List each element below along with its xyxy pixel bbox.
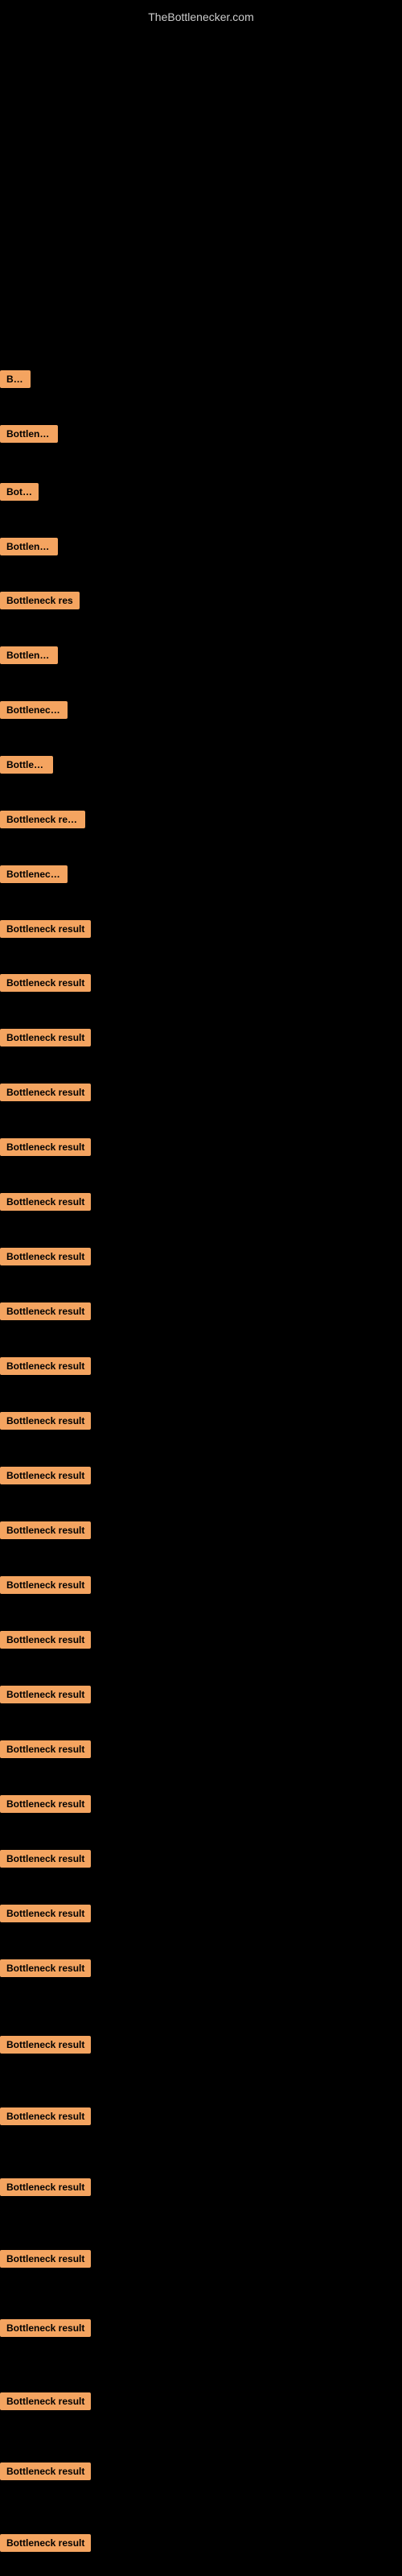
bottleneck-label-32: Bottleneck result [0, 2107, 91, 2125]
bottleneck-item-9: Bottleneck resu [0, 811, 402, 832]
bottleneck-label-29: Bottleneck result [0, 1905, 91, 1922]
bottleneck-item-13: Bottleneck result [0, 1029, 402, 1051]
bottleneck-label-24: Bottleneck result [0, 1631, 91, 1649]
bottleneck-item-37: Bottleneck result [0, 2462, 402, 2484]
bottleneck-item-3: Bottle [0, 483, 402, 505]
bottleneck-label-28: Bottleneck result [0, 1850, 91, 1868]
bottleneck-item-30: Bottleneck result [0, 1959, 402, 1981]
bottleneck-item-17: Bottleneck result [0, 1248, 402, 1269]
bottleneck-item-27: Bottleneck result [0, 1795, 402, 1817]
bottleneck-label-21: Bottleneck result [0, 1467, 91, 1484]
bottleneck-label-33: Bottleneck result [0, 2178, 91, 2196]
bottleneck-item-19: Bottleneck result [0, 1357, 402, 1379]
bottleneck-label-8: Bottlenec [0, 756, 53, 774]
bottleneck-label-36: Bottleneck result [0, 2392, 91, 2410]
bottleneck-item-16: Bottleneck result [0, 1193, 402, 1215]
bottleneck-label-4: Bottleneck [0, 538, 58, 555]
bottleneck-label-7: Bottleneck r [0, 701, 68, 719]
bottleneck-label-34: Bottleneck result [0, 2250, 91, 2268]
bottleneck-label-31: Bottleneck result [0, 2036, 91, 2054]
bottleneck-label-11: Bottleneck result [0, 920, 91, 938]
bottleneck-item-23: Bottleneck result [0, 1576, 402, 1598]
bottleneck-item-33: Bottleneck result [0, 2178, 402, 2200]
bottleneck-label-16: Bottleneck result [0, 1193, 91, 1211]
bottleneck-item-38: Bottleneck result [0, 2534, 402, 2556]
bottleneck-label-37: Bottleneck result [0, 2462, 91, 2480]
bottleneck-item-15: Bottleneck result [0, 1138, 402, 1160]
bottleneck-item-11: Bottleneck result [0, 920, 402, 942]
bottleneck-label-35: Bottleneck result [0, 2319, 91, 2337]
bottleneck-item-18: Bottleneck result [0, 1302, 402, 1324]
bottleneck-item-21: Bottleneck result [0, 1467, 402, 1488]
bottleneck-label-27: Bottleneck result [0, 1795, 91, 1813]
bottleneck-item-31: Bottleneck result [0, 2036, 402, 2058]
bottleneck-label-19: Bottleneck result [0, 1357, 91, 1375]
bottleneck-item-36: Bottleneck result [0, 2392, 402, 2414]
bottleneck-item-2: Bottleneck [0, 425, 402, 447]
bottleneck-label-20: Bottleneck result [0, 1412, 91, 1430]
bottleneck-label-6: Bottleneck [0, 646, 58, 664]
bottleneck-label-22: Bottleneck result [0, 1521, 91, 1539]
bottleneck-item-26: Bottleneck result [0, 1740, 402, 1762]
bottleneck-label-1: Bott [0, 370, 31, 388]
bottleneck-item-20: Bottleneck result [0, 1412, 402, 1434]
bottleneck-item-12: Bottleneck result [0, 974, 402, 996]
bottleneck-label-15: Bottleneck result [0, 1138, 91, 1156]
bottleneck-label-18: Bottleneck result [0, 1302, 91, 1320]
bottleneck-label-2: Bottleneck [0, 425, 58, 443]
bottleneck-label-25: Bottleneck result [0, 1686, 91, 1703]
bottleneck-item-14: Bottleneck result [0, 1084, 402, 1105]
bottleneck-item-28: Bottleneck result [0, 1850, 402, 1872]
bottleneck-label-26: Bottleneck result [0, 1740, 91, 1758]
bottleneck-item-29: Bottleneck result [0, 1905, 402, 1926]
bottleneck-item-32: Bottleneck result [0, 2107, 402, 2129]
bottleneck-label-23: Bottleneck result [0, 1576, 91, 1594]
bottleneck-label-5: Bottleneck res [0, 592, 80, 609]
bottleneck-item-7: Bottleneck r [0, 701, 402, 723]
bottleneck-label-38: Bottleneck result [0, 2534, 91, 2552]
bottleneck-item-24: Bottleneck result [0, 1631, 402, 1653]
bottleneck-label-14: Bottleneck result [0, 1084, 91, 1101]
bottleneck-label-10: Bottleneck r [0, 865, 68, 883]
bottleneck-label-30: Bottleneck result [0, 1959, 91, 1977]
bottleneck-item-1: Bott [0, 370, 402, 392]
bottleneck-item-10: Bottleneck r [0, 865, 402, 887]
bottleneck-item-25: Bottleneck result [0, 1686, 402, 1707]
site-title: TheBottlenecker.com [0, 4, 402, 30]
bottleneck-item-22: Bottleneck result [0, 1521, 402, 1543]
bottleneck-item-4: Bottleneck [0, 538, 402, 559]
bottleneck-label-9: Bottleneck resu [0, 811, 85, 828]
bottleneck-item-35: Bottleneck result [0, 2319, 402, 2341]
bottleneck-label-3: Bottle [0, 483, 39, 501]
bottleneck-item-6: Bottleneck [0, 646, 402, 668]
bottleneck-item-8: Bottlenec [0, 756, 402, 778]
bottleneck-label-12: Bottleneck result [0, 974, 91, 992]
bottleneck-label-17: Bottleneck result [0, 1248, 91, 1265]
bottleneck-label-13: Bottleneck result [0, 1029, 91, 1046]
bottleneck-item-5: Bottleneck res [0, 592, 402, 613]
bottleneck-item-34: Bottleneck result [0, 2250, 402, 2272]
